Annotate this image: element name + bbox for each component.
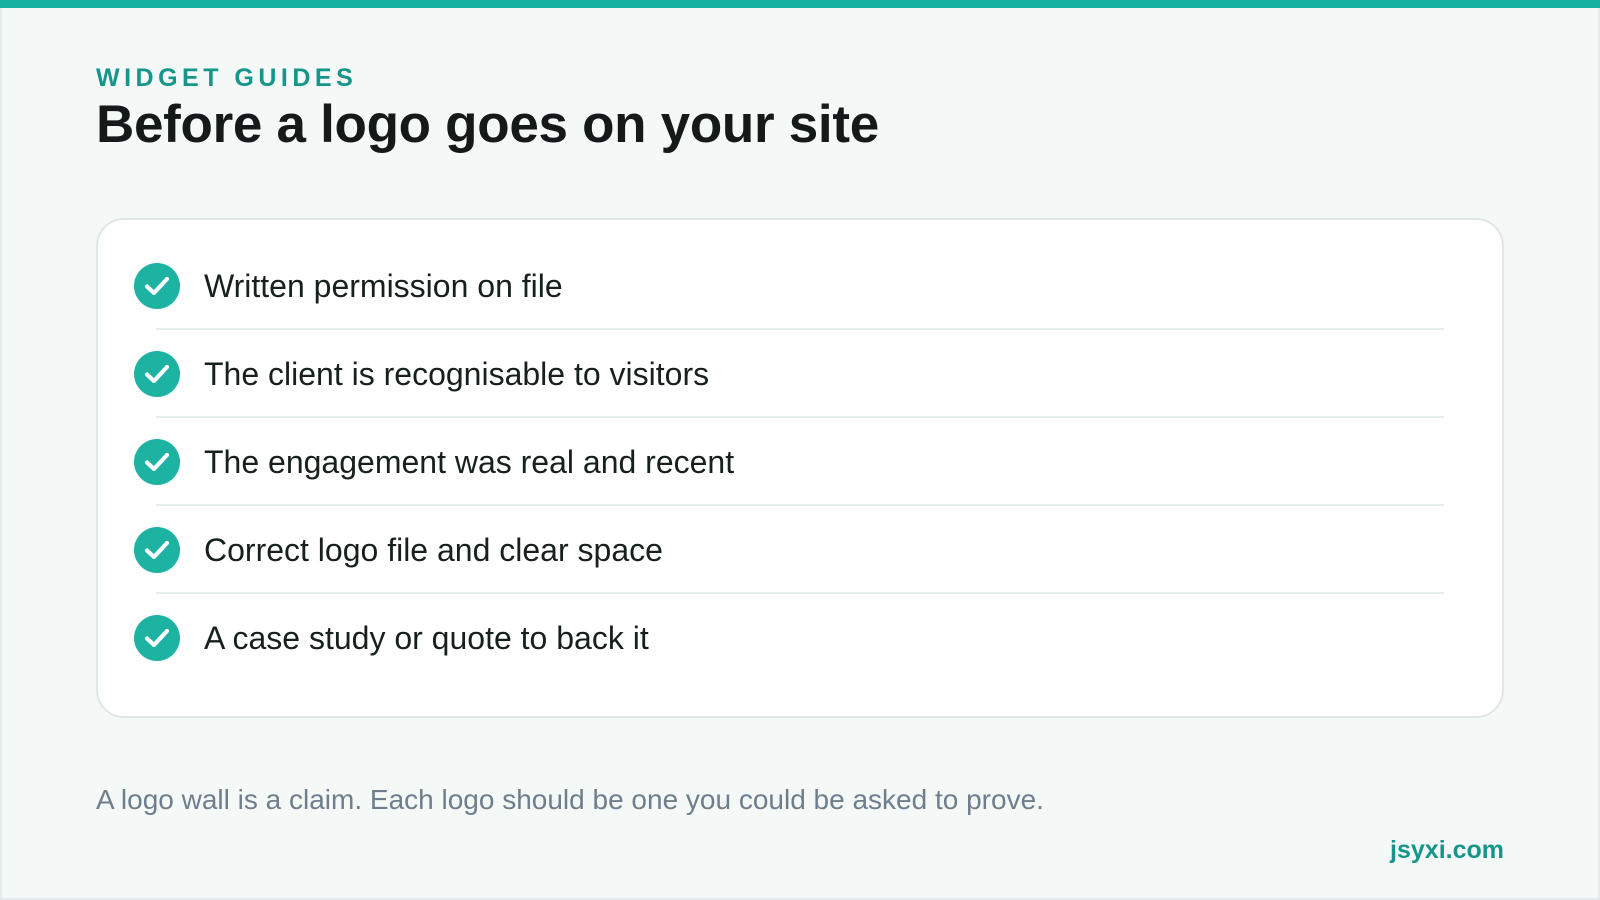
checklist-item: The client is recognisable to visitors bbox=[98, 330, 1502, 418]
checklist-item-label: The engagement was real and recent bbox=[204, 443, 735, 480]
checklist-item-label: Written permission on file bbox=[204, 267, 563, 304]
checklist-item: Written permission on file bbox=[98, 242, 1502, 330]
page-title: Before a logo goes on your site bbox=[96, 95, 879, 154]
check-circle-icon bbox=[134, 351, 180, 397]
check-circle-icon bbox=[134, 263, 180, 309]
checklist-item-label: Correct logo file and clear space bbox=[204, 531, 663, 568]
checklist-item: Correct logo file and clear space bbox=[98, 506, 1502, 594]
checklist: Written permission on file The client is… bbox=[98, 220, 1502, 682]
checklist-item-label: A case study or quote to back it bbox=[204, 619, 649, 656]
checklist-item: A case study or quote to back it bbox=[98, 594, 1502, 682]
checklist-card: Written permission on file The client is… bbox=[96, 218, 1504, 718]
check-circle-icon bbox=[134, 439, 180, 485]
checklist-item: The engagement was real and recent bbox=[98, 418, 1502, 506]
check-circle-icon bbox=[134, 615, 180, 661]
brand-domain: jsyxi.com bbox=[1390, 836, 1504, 864]
footnote: A logo wall is a claim. Each logo should… bbox=[96, 784, 1044, 815]
section-eyebrow: WIDGET GUIDES bbox=[96, 64, 358, 92]
top-accent-bar bbox=[0, 0, 1600, 8]
checklist-item-label: The client is recognisable to visitors bbox=[204, 355, 710, 392]
check-circle-icon bbox=[134, 527, 180, 573]
